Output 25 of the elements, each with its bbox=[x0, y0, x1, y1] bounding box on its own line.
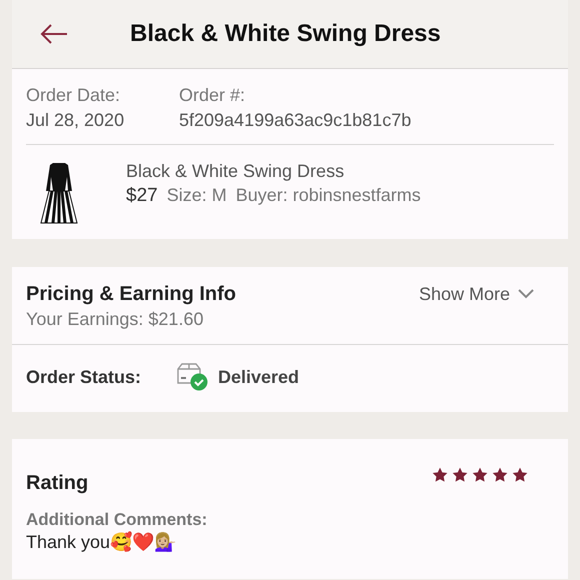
order-date: Jul 28, 2020 bbox=[26, 109, 126, 132]
delivered-box-icon bbox=[176, 363, 208, 391]
order-status: Delivered bbox=[218, 366, 300, 388]
buyer-name: Buyer: robinsnestfarms bbox=[236, 184, 421, 207]
item-price: $27 bbox=[126, 185, 158, 207]
section-title: Pricing & Earning Info bbox=[26, 282, 236, 307]
star-icon bbox=[512, 467, 528, 483]
show-more-button[interactable]: Show More bbox=[418, 281, 534, 307]
back-arrow-icon[interactable] bbox=[40, 24, 68, 44]
order-date-label: Order Date: bbox=[26, 84, 122, 107]
star-icon bbox=[452, 467, 468, 483]
item-size: Size: M bbox=[166, 184, 227, 207]
star-icon bbox=[492, 467, 508, 483]
item-title: Black & White Swing Dress bbox=[126, 160, 346, 183]
rating-title: Rating bbox=[26, 471, 88, 496]
chevron-icon bbox=[518, 289, 534, 299]
order-number-label: Order #: bbox=[179, 84, 246, 107]
star-icon bbox=[472, 467, 488, 483]
order-status-label: Order Status: bbox=[26, 366, 142, 388]
order-number: 5f209a4199a63ac9c1b81c7b bbox=[179, 109, 412, 132]
page-title: Black & White Swing Dress bbox=[130, 20, 441, 48]
comments-label: Additional Comments: bbox=[26, 510, 208, 530]
comment-text: Thank you🥰❤💁🏼‍♀ bbox=[26, 530, 178, 554]
earnings-text: Your Earnings: $21.60 bbox=[26, 308, 204, 331]
star-icon bbox=[432, 467, 448, 483]
